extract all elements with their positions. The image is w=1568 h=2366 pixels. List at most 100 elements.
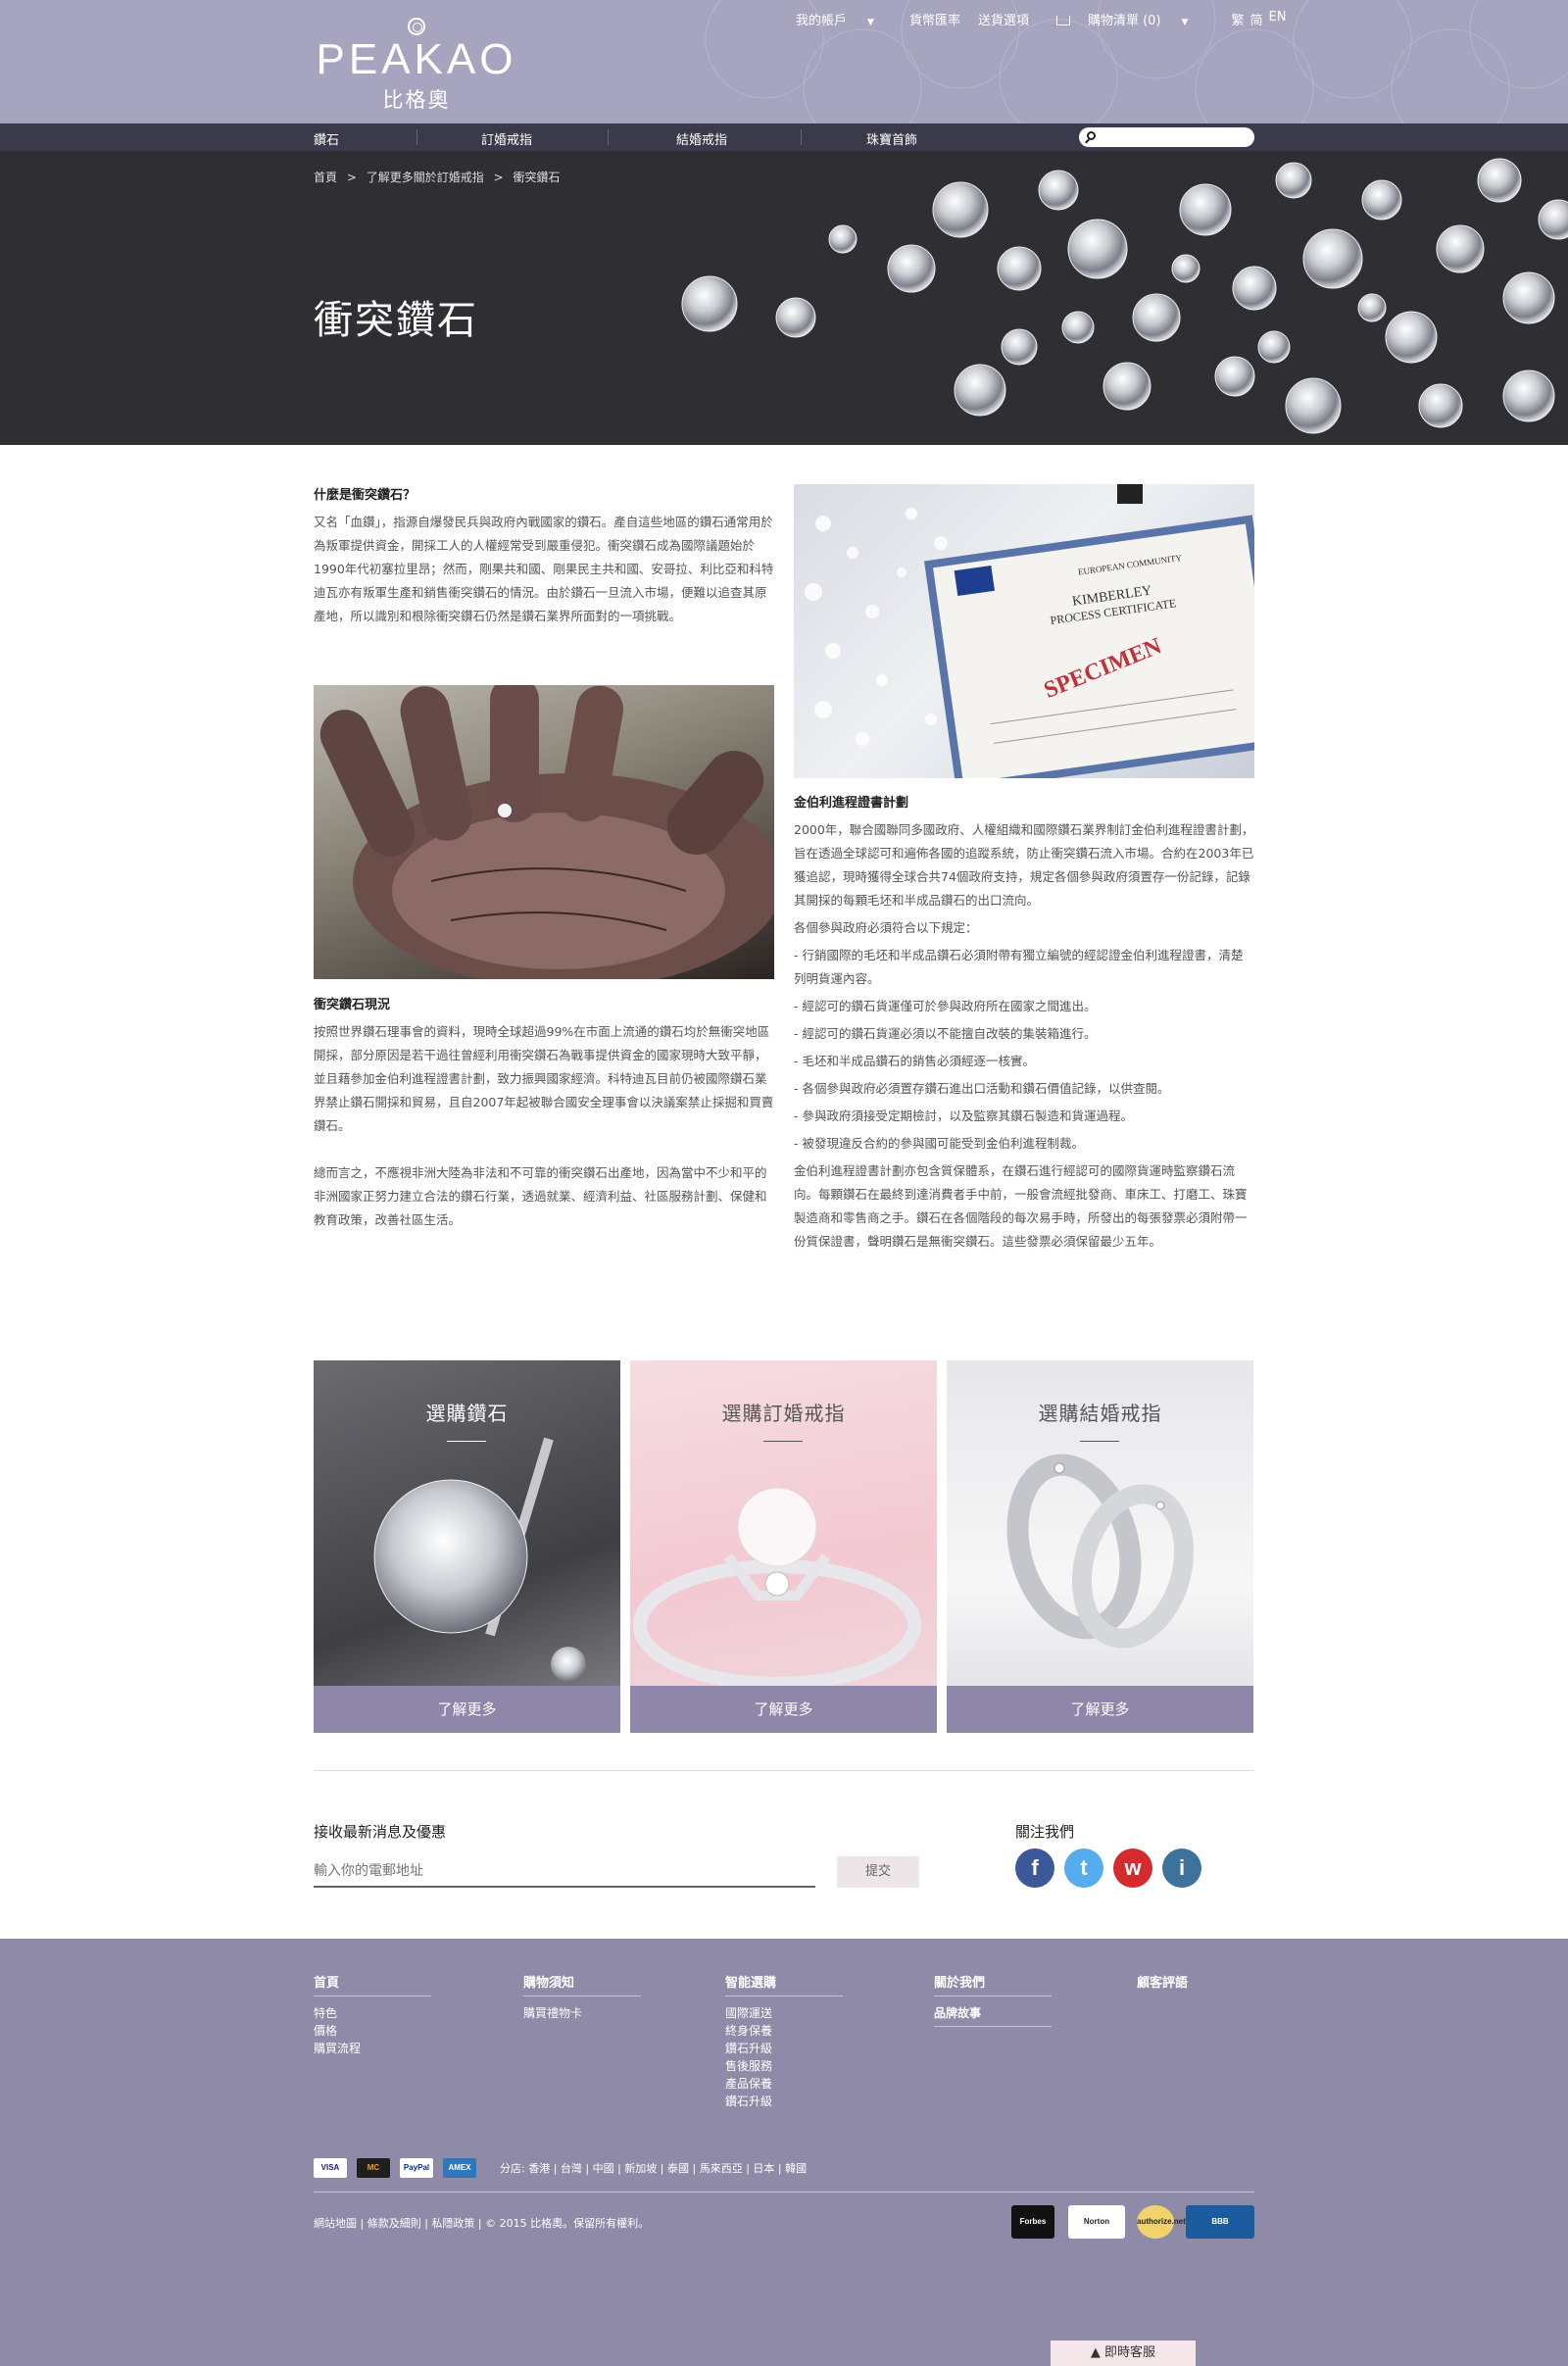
- section-what-is: 什麼是衝突鑽石？ 又名「血鑽」，指源自爆發民兵與政府內戰國家的鑽石。產自這些地區…: [314, 484, 774, 628]
- footer-link[interactable]: 售後服務: [725, 2057, 843, 2075]
- lang-tc[interactable]: 繁: [1231, 10, 1244, 28]
- learn-more-button[interactable]: 了解更多: [314, 1686, 620, 1733]
- main-nav: 鑽石 訂婚戒指 結婚戒指 珠寶首飾: [0, 123, 1568, 151]
- footer-link[interactable]: 特色: [314, 2004, 431, 2022]
- page-title: 衝突鑽石: [314, 298, 478, 343]
- card-engagement-rings[interactable]: 選購訂婚戒指 了解更多: [630, 1360, 937, 1733]
- logo-subtext: 比格奧: [382, 88, 451, 112]
- hand-illustration: [319, 685, 774, 979]
- rule-item: - 行銷國際的毛坯和半成品鑽石必須附帶有獨立編號的經認證金伯利進程證書，清楚列明…: [794, 948, 1244, 986]
- card-divider: [763, 1441, 803, 1442]
- email-field[interactable]: [314, 1856, 815, 1888]
- visa-icon: VISA: [314, 2158, 347, 2178]
- follow-us-title: 關注我們: [1015, 1823, 1075, 1841]
- weibo-icon[interactable]: w: [1113, 1848, 1152, 1888]
- breadcrumb-current: 衝突鑽石: [513, 171, 561, 184]
- top-utility-nav: 我的帳戶 ▼ 貨幣匯率 送貨選項 購物清單 (0) ▼ 繁 简 EN: [796, 10, 1303, 28]
- footer-link[interactable]: 鑽石升級: [725, 2040, 843, 2057]
- section-current: 衝突鑽石現況 按照世界鑽石理事會的資料，現時全球超過99%在市面上流通的鑽石均於…: [314, 994, 774, 1232]
- footer-column-title[interactable]: 首頁: [314, 1972, 431, 1996]
- search-input[interactable]: [1079, 127, 1254, 147]
- section-body: 按照世界鑽石理事會的資料，現時全球超過99%在市面上流通的鑽石均於無衝突地區開採…: [314, 1024, 774, 1133]
- footer-link[interactable]: 國際運送: [725, 2004, 843, 2022]
- authorize-net-badge-icon: authorize.net: [1137, 2205, 1186, 2239]
- section-body: 2000年，聯合國聯同多國政府、人權組織和國際鑽石業界制訂金伯利進程證書計劃，旨…: [794, 822, 1254, 908]
- newsletter-title: 接收最新消息及優惠: [314, 1823, 447, 1841]
- chevron-down-icon: ▼: [1181, 18, 1189, 27]
- footer-link[interactable]: 價格: [314, 2022, 431, 2040]
- lang-sc[interactable]: 简: [1250, 10, 1262, 28]
- footer-link[interactable]: 購買禮物卡: [523, 2004, 641, 2022]
- footer-column-reviews: 顧客評語: [1137, 1972, 1254, 2003]
- footer-link[interactable]: 產品保養: [725, 2075, 843, 2093]
- nav-item-jewelry[interactable]: 珠寶首飾: [866, 129, 917, 148]
- footer-column-title[interactable]: 關於我們: [934, 1972, 1052, 1996]
- section-divider: [314, 1770, 1254, 1771]
- breadcrumb-separator: >: [493, 171, 504, 184]
- footer-link[interactable]: 購買流程: [314, 2040, 431, 2057]
- section-title: 衝突鑽石現況: [314, 998, 391, 1012]
- footer-column-title[interactable]: 顧客評語: [1137, 1972, 1254, 1996]
- breadcrumb: 首頁 > 了解更多關於訂婚戒指 > 衝突鑽石: [314, 169, 565, 185]
- rule-item: - 參與政府須接受定期檢討，以及監察其鑽石製造和貨運過程。: [794, 1109, 1133, 1123]
- account-menu[interactable]: 我的帳戶 ▼: [796, 10, 892, 28]
- kimberley-certificate-image: EUROPEAN COMMUNITY KIMBERLEY PROCESS CER…: [794, 484, 1254, 778]
- site-footer: 首頁 特色 價格 購買流程 購物須知 購買禮物卡 智能選購 國際運送 終身保養 …: [0, 1939, 1568, 2366]
- learn-more-button[interactable]: 了解更多: [947, 1686, 1253, 1733]
- peakao-logo[interactable]: PEAKAO 比格奧: [314, 14, 519, 112]
- submit-button[interactable]: 提交: [837, 1856, 919, 1888]
- currency-link[interactable]: 貨幣匯率: [909, 10, 960, 28]
- shipping-link[interactable]: 送貨選項: [978, 10, 1029, 28]
- paypal-icon: PayPal: [400, 2158, 433, 2178]
- footer-column-title[interactable]: 購物須知: [523, 1972, 641, 1996]
- product-cards: 選購鑽石 了解更多 選購訂婚戒指 了解更多 選購結婚戒指 了解更多: [314, 1360, 1254, 1733]
- footer-column-title[interactable]: 智能選購: [725, 1972, 843, 1996]
- norton-badge-icon: Norton: [1068, 2205, 1125, 2239]
- breadcrumb-learn-more[interactable]: 了解更多關於訂婚戒指: [367, 171, 484, 184]
- amex-icon: AMEX: [443, 2158, 476, 2178]
- cart-label: 購物清單 (0): [1087, 14, 1161, 28]
- breadcrumb-home[interactable]: 首頁: [314, 171, 337, 184]
- nav-divider: [801, 129, 802, 145]
- nav-item-wedding-rings[interactable]: 結婚戒指: [676, 129, 727, 148]
- bbb-badge-icon: BBB: [1186, 2205, 1254, 2239]
- card-wedding-rings[interactable]: 選購結婚戒指 了解更多: [947, 1360, 1253, 1733]
- lang-en[interactable]: EN: [1268, 10, 1286, 28]
- card-divider: [447, 1441, 486, 1442]
- rule-item: - 經認可的鑽石貨運僅可於參與政府所在國家之間進出。: [794, 999, 1097, 1013]
- section-title: 金伯利進程證書計劃: [794, 796, 909, 811]
- nav-divider: [608, 129, 609, 145]
- chevron-down-icon: ▼: [867, 18, 874, 27]
- nav-divider: [416, 129, 417, 145]
- branches-list[interactable]: 分店: 香港 | 台灣 | 中國 | 新加坡 | 泰國 | 馬來西亞 | 日本 …: [500, 2160, 807, 2176]
- rule-item: - 被發現違反合約的參與國可能受到金伯利進程制裁。: [794, 1136, 1084, 1151]
- twitter-icon[interactable]: t: [1064, 1848, 1103, 1888]
- nav-item-engagement-rings[interactable]: 訂婚戒指: [481, 129, 532, 148]
- rule-item: - 經認可的鑽石貨運必須以不能擅自改裝的集裝箱進行。: [794, 1026, 1097, 1041]
- account-label: 我的帳戶: [796, 14, 848, 28]
- learn-more-button[interactable]: 了解更多: [630, 1686, 937, 1733]
- forbes-badge-icon: Forbes: [1011, 2205, 1054, 2239]
- section-intro: 各個參與政府必須符合以下規定：: [794, 920, 978, 935]
- card-divider: [1080, 1441, 1119, 1442]
- footer-column-home: 首頁 特色 價格 購買流程: [314, 1972, 431, 2057]
- card-diamonds[interactable]: 選購鑽石 了解更多: [314, 1360, 620, 1733]
- footer-link[interactable]: 終身保養: [725, 2022, 843, 2040]
- logo-text: PEAKAO: [316, 35, 517, 83]
- search-icon[interactable]: [1087, 131, 1096, 140]
- section-body: 總而言之，不應視非洲大陸為非法和不可靠的衝突鑽石出產地，因為當中不少和平的非洲國…: [314, 1165, 767, 1227]
- section-kimberley: 金伯利進程證書計劃 2000年，聯合國聯同多國政府、人權組織和國際鑽石業界制訂金…: [794, 792, 1254, 1254]
- copyright-text[interactable]: 網站地圖 | 條款及細則 | 私隱政策 | © 2015 比格奧。保留所有權利。: [314, 2215, 649, 2231]
- logo-ring-icon: [408, 18, 425, 35]
- live-chat-button[interactable]: ▲ 即時客服: [1051, 2341, 1196, 2366]
- header-pattern: [705, 0, 1568, 123]
- footer-link[interactable]: 品牌故事: [934, 2004, 1052, 2027]
- facebook-icon[interactable]: f: [1015, 1848, 1054, 1888]
- footer-column-shopping: 購物須知 購買禮物卡: [523, 1972, 641, 2022]
- instagram-icon[interactable]: i: [1162, 1848, 1201, 1888]
- certificate-illustration: EUROPEAN COMMUNITY KIMBERLEY PROCESS CER…: [805, 484, 1254, 778]
- cart-icon: [1055, 16, 1070, 25]
- footer-link[interactable]: 鑽石升級: [725, 2093, 843, 2110]
- cart-menu[interactable]: 購物清單 (0) ▼: [1055, 10, 1205, 28]
- nav-item-diamonds[interactable]: 鑽石: [314, 129, 339, 148]
